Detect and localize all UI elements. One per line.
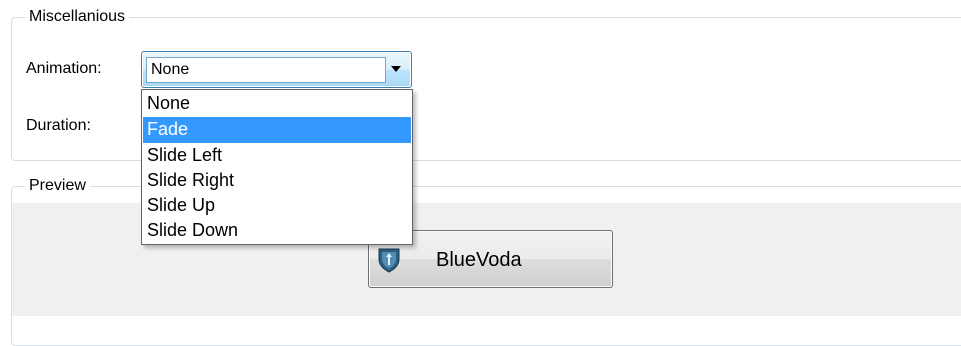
animation-label: Animation: xyxy=(26,60,102,77)
chevron-down-icon[interactable] xyxy=(391,66,401,72)
option-fade[interactable]: Fade xyxy=(143,117,411,143)
option-none[interactable]: None xyxy=(143,91,411,115)
animation-dropdown-list: None Fade Slide Left Slide Right Slide U… xyxy=(141,89,413,245)
duration-label: Duration: xyxy=(26,117,91,134)
option-slide-down[interactable]: Slide Down xyxy=(143,218,411,242)
miscellanious-group-title: Miscellanious xyxy=(25,8,130,26)
option-slide-up[interactable]: Slide Up xyxy=(143,193,411,217)
preview-group-title: Preview xyxy=(25,177,90,195)
animation-combobox[interactable]: None xyxy=(141,51,412,88)
bluevoda-shield-icon xyxy=(378,248,400,273)
animation-selected-value: None xyxy=(151,61,190,78)
animation-combobox-field: None xyxy=(146,57,386,83)
bluevoda-button-label: BlueVoda xyxy=(436,249,522,271)
option-slide-left[interactable]: Slide Left xyxy=(143,143,411,167)
option-slide-right[interactable]: Slide Right xyxy=(143,168,411,192)
